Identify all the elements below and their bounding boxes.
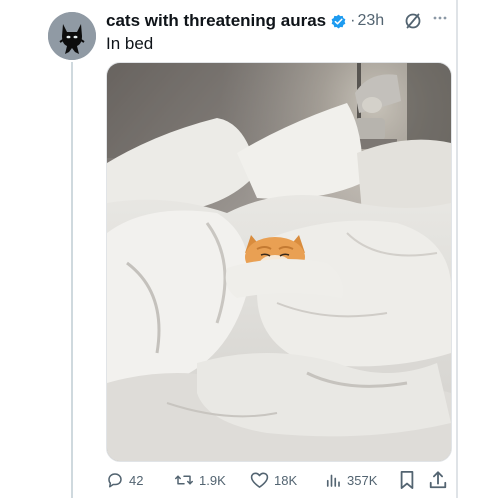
more-options-icon[interactable] (430, 10, 450, 30)
thread-line (71, 62, 73, 498)
grok-icon[interactable] (403, 11, 423, 31)
reply-icon (106, 471, 129, 489)
share-button[interactable] (428, 468, 453, 492)
tweet-header: cats with threatening auras · 23h (106, 10, 384, 32)
bookmark-button[interactable] (398, 468, 421, 492)
header-separator: · (350, 12, 356, 29)
analytics-icon (324, 471, 347, 489)
display-name[interactable]: cats with threatening auras (106, 11, 326, 31)
tweet-actions: 42 1.9K 18K 357K (106, 468, 452, 492)
avatar[interactable] (48, 12, 96, 60)
views-button[interactable]: 357K (324, 468, 377, 492)
like-count: 18K (274, 472, 298, 488)
reply-count: 42 (129, 472, 144, 488)
views-count: 357K (347, 472, 378, 488)
tweet-text: In bed (106, 34, 154, 53)
tweet-media-photo[interactable] (106, 62, 452, 462)
reply-button[interactable]: 42 (106, 468, 143, 492)
column-divider (456, 0, 458, 498)
repost-count: 1.9K (199, 472, 226, 488)
repost-button[interactable]: 1.9K (174, 468, 226, 492)
repost-icon (174, 471, 199, 489)
like-button[interactable]: 18K (250, 468, 297, 492)
black-cat-avatar-icon (48, 12, 96, 60)
timestamp[interactable]: 23h (357, 12, 384, 30)
heart-icon (250, 471, 274, 489)
share-icon (428, 470, 453, 490)
verified-badge-icon (330, 13, 347, 30)
bookmark-icon (398, 470, 421, 490)
tweet[interactable]: cats with threatening auras · 23h In bed (0, 0, 498, 498)
cat-in-bed-photo-icon (107, 63, 451, 461)
